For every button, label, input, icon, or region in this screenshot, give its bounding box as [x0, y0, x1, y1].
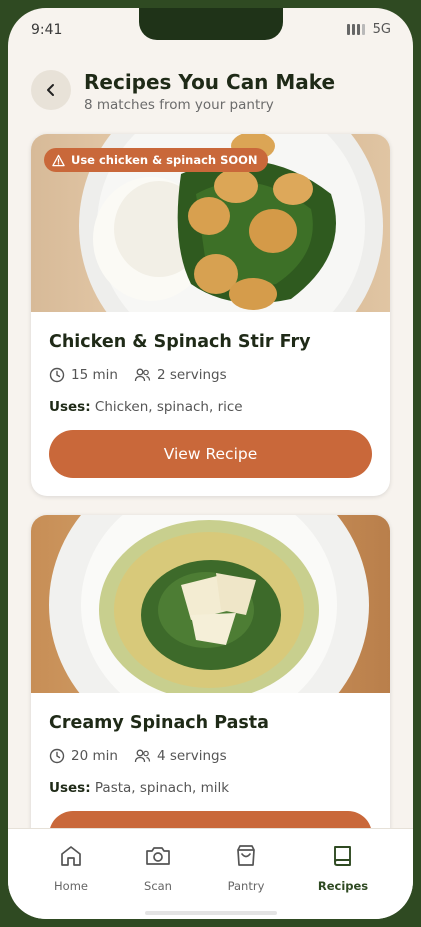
- warning-icon: [52, 154, 65, 166]
- signal-icon: [346, 24, 365, 35]
- view-recipe-button[interactable]: View Recipe: [49, 430, 372, 478]
- recipe-card[interactable]: Use chicken & spinach SOON Chicken & Spi…: [31, 134, 390, 496]
- servings: 4 servings: [156, 748, 227, 764]
- home-icon: [61, 846, 81, 866]
- tab-pantry[interactable]: Pantry: [206, 843, 286, 893]
- bag-icon: [237, 845, 255, 866]
- chevron-left-icon: [47, 84, 54, 96]
- uses-label: Uses:: [49, 399, 91, 415]
- phone-screen: 9:41 5G Recipes You Can Make 8 matches f…: [8, 8, 413, 919]
- camera-icon: [146, 847, 170, 865]
- tab-home[interactable]: Home: [31, 843, 111, 893]
- recipe-image: [31, 515, 390, 693]
- recipe-meta: 15 min 2 servings: [49, 367, 227, 383]
- notch: [139, 8, 283, 40]
- badge-label: Use chicken & spinach SOON: [71, 153, 258, 167]
- page-title: Recipes You Can Make: [84, 70, 336, 94]
- uses-list: Chicken, spinach, rice: [94, 399, 243, 415]
- cook-time: 15 min: [71, 367, 118, 383]
- recipe-meta: 20 min 4 servings: [49, 748, 227, 764]
- recipe-image: Use chicken & spinach SOON: [31, 134, 390, 312]
- uses-list: Pasta, spinach, milk: [94, 780, 230, 796]
- page-subtitle: 8 matches from your pantry: [84, 97, 274, 113]
- back-button[interactable]: [31, 70, 71, 110]
- clock-icon: [49, 748, 65, 764]
- people-icon: [134, 748, 151, 764]
- page-header: Recipes You Can Make 8 matches from your…: [31, 70, 393, 114]
- status-indicators: 5G: [346, 22, 391, 37]
- recipe-title: Creamy Spinach Pasta: [49, 713, 269, 733]
- home-indicator: [145, 911, 277, 915]
- network-label: 5G: [372, 22, 391, 37]
- servings: 2 servings: [156, 367, 227, 383]
- uses-ingredients: Uses: Chicken, spinach, rice: [49, 399, 243, 415]
- recipe-card[interactable]: Creamy Spinach Pasta 20 min 4 servings U…: [31, 515, 390, 855]
- tab-recipes[interactable]: Recipes: [303, 843, 383, 893]
- tab-label: Scan: [144, 879, 172, 893]
- tab-label: Home: [54, 879, 88, 893]
- recipe-title: Chicken & Spinach Stir Fry: [49, 332, 311, 352]
- tab-label: Pantry: [227, 879, 265, 893]
- uses-label: Uses:: [49, 780, 91, 796]
- bottom-tab-bar: Home Scan Pantry Recipes: [8, 828, 413, 919]
- urgency-badge: Use chicken & spinach SOON: [44, 148, 268, 172]
- tab-label: Recipes: [317, 879, 369, 893]
- people-icon: [134, 367, 151, 383]
- book-icon: [334, 846, 351, 866]
- tab-scan[interactable]: Scan: [118, 843, 198, 893]
- clock-icon: [49, 367, 65, 383]
- uses-ingredients: Uses: Pasta, spinach, milk: [49, 780, 229, 796]
- status-time: 9:41: [31, 22, 63, 38]
- cook-time: 20 min: [71, 748, 118, 764]
